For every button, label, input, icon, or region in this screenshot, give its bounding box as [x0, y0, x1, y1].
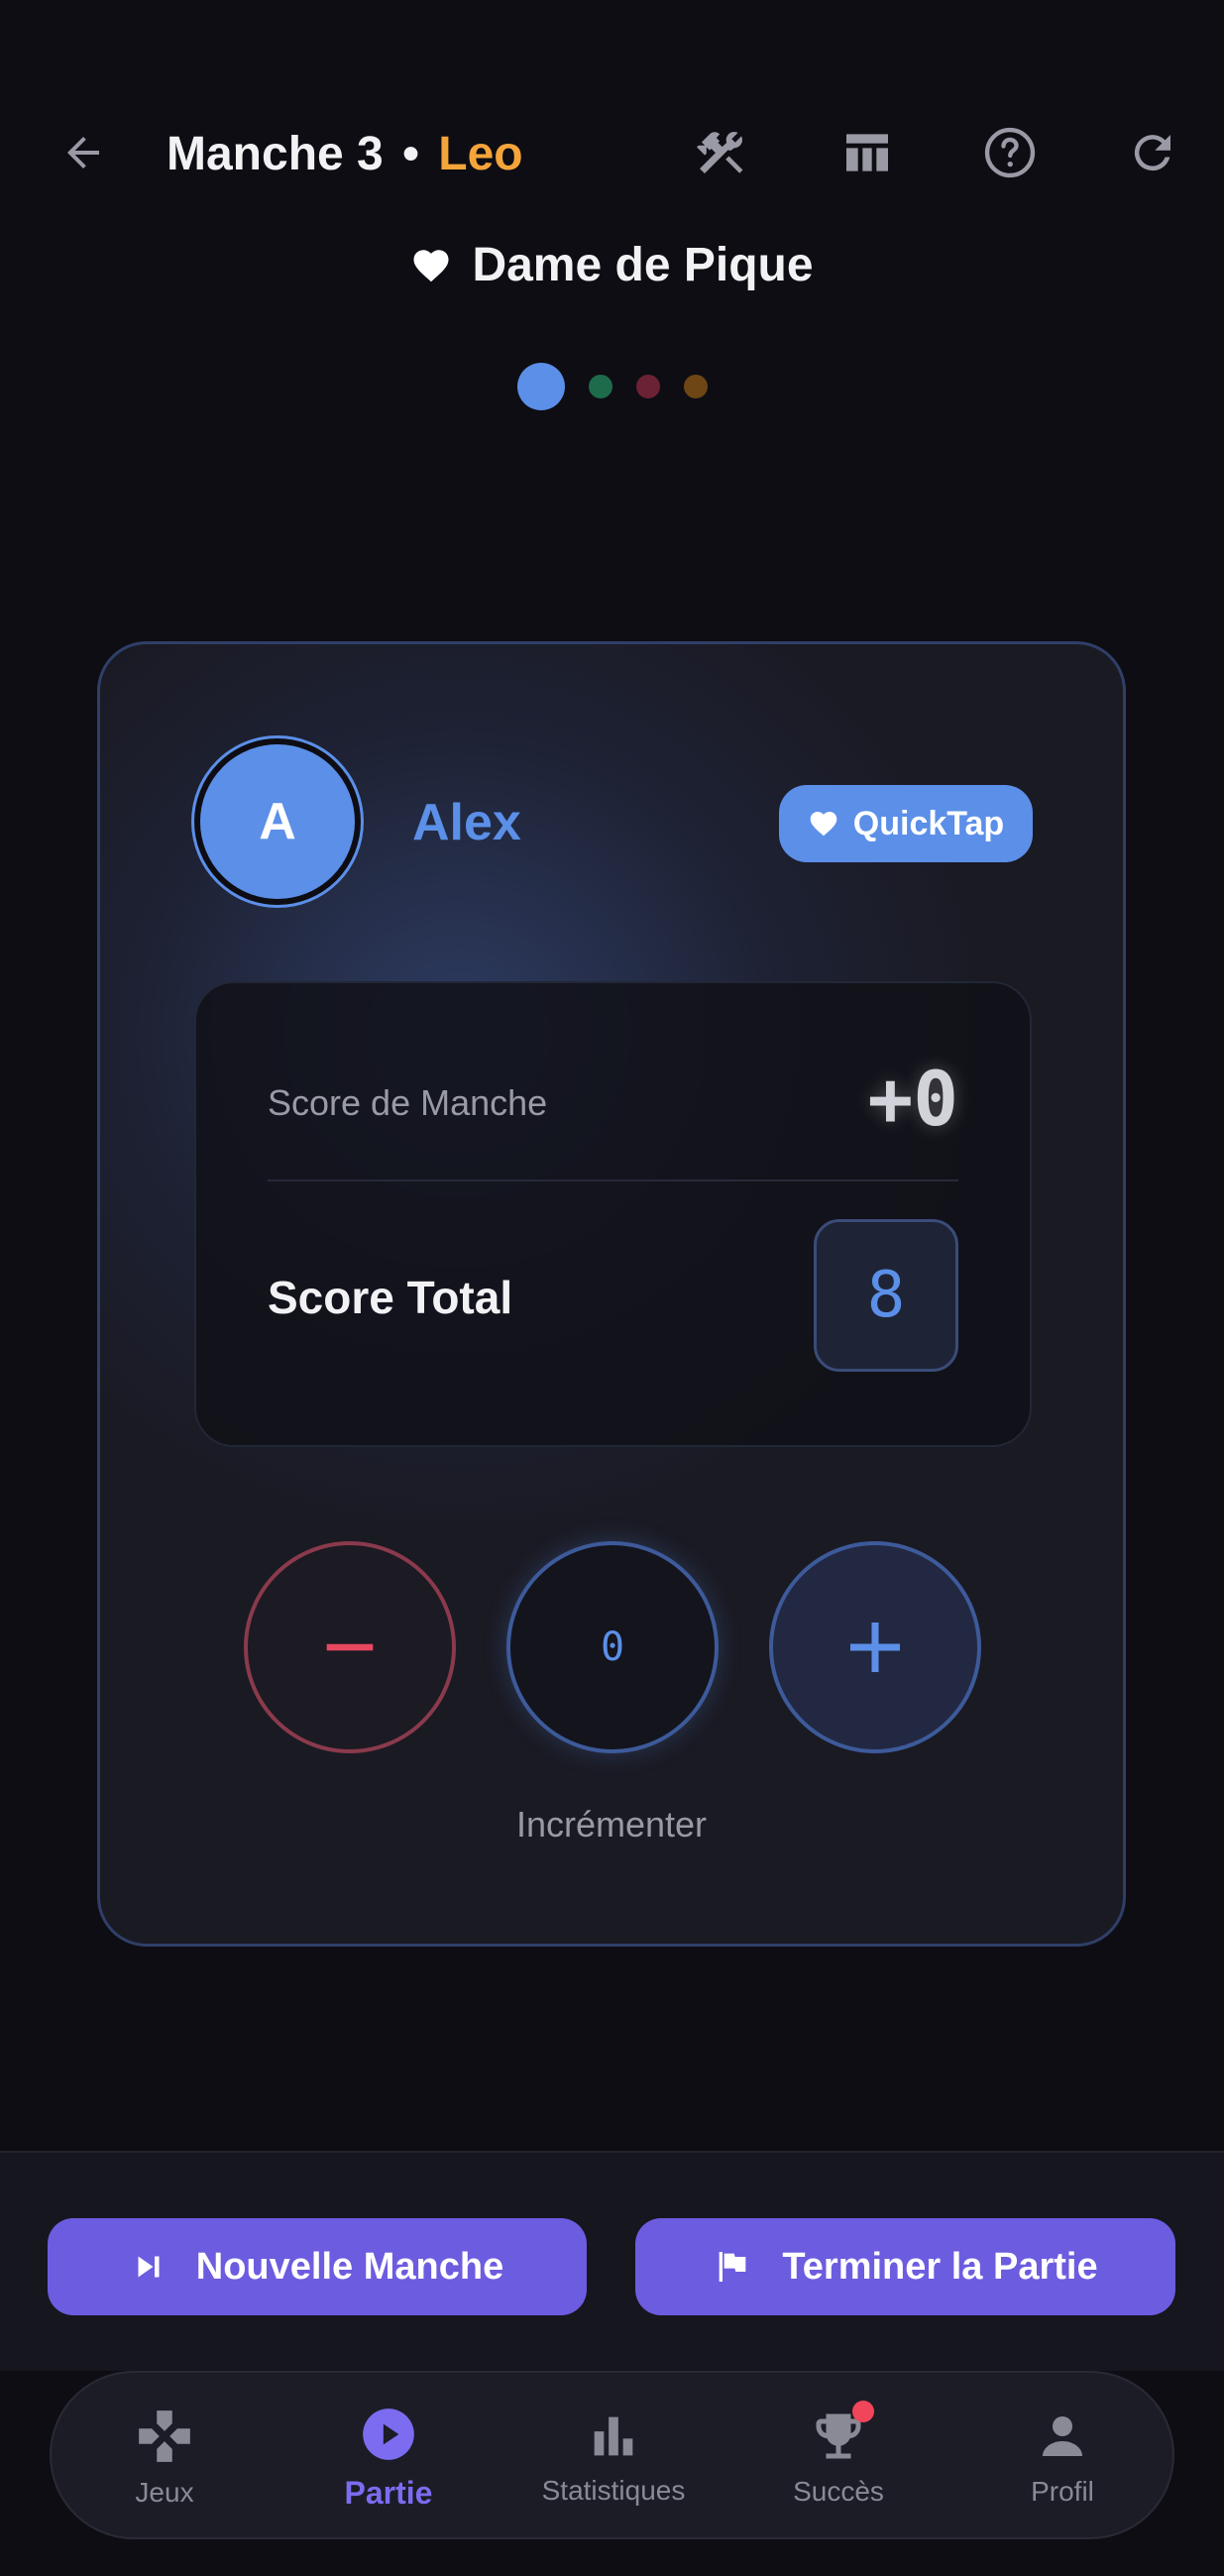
avatar: A	[194, 738, 361, 905]
page-title: Manche 3 • Leo	[167, 127, 523, 181]
score-panel: Score de Manche +0 Score Total 8	[194, 981, 1032, 1447]
person-icon	[1043, 2416, 1082, 2456]
total-score-label: Score Total	[268, 1272, 513, 1323]
stepper-value[interactable]: 0	[506, 1541, 719, 1753]
player-score-card: A Alex QuickTap Score de Manche +0 Score…	[97, 641, 1126, 1947]
nav-label: Succès	[793, 2476, 884, 2507]
action-bar: Nouvelle Manche Terminer la Partie	[0, 2151, 1224, 2371]
new-round-button[interactable]: Nouvelle Manche	[48, 2218, 587, 2315]
tools-icon	[697, 132, 743, 173]
quicktap-button[interactable]: QuickTap	[779, 785, 1033, 862]
plus-icon	[850, 1623, 900, 1672]
stepper-caption: Incrémenter	[515, 1804, 708, 1845]
nav-item-profil[interactable]: Profil	[963, 2373, 1162, 2541]
top-app-bar: Manche 3 • Leo Dame de Pique	[0, 0, 1224, 317]
nav-item-succes[interactable]: Succès	[739, 2373, 938, 2541]
game-name: Dame de Pique	[0, 238, 1224, 292]
arrow-back-icon	[67, 137, 99, 168]
play-circle-icon	[363, 2408, 414, 2460]
back-button[interactable]	[52, 121, 115, 184]
table-icon	[846, 134, 888, 171]
total-score-value: 8	[814, 1219, 958, 1372]
divider	[268, 1179, 958, 1181]
refresh-button[interactable]	[1121, 121, 1184, 184]
end-game-label: Terminer la Partie	[782, 2245, 1098, 2288]
pager-dot[interactable]	[683, 375, 708, 398]
notification-badge	[852, 2401, 874, 2422]
skip-next-icon	[138, 2256, 160, 2278]
player-name: Alex	[412, 794, 521, 851]
title-separator: •	[402, 128, 419, 180]
nav-label: Jeux	[135, 2477, 194, 2508]
nav-item-partie[interactable]: Partie	[289, 2373, 488, 2541]
heart-icon	[413, 249, 449, 281]
nav-label: Profil	[1031, 2476, 1094, 2507]
player-pager-indicator	[0, 363, 1224, 410]
nav-label: Statistiques	[541, 2475, 686, 2506]
round-score-value: +0	[867, 1055, 958, 1143]
heart-icon	[810, 812, 837, 837]
round-title: Manche 3	[167, 128, 384, 180]
nav-item-statistiques[interactable]: Statistiques	[514, 2373, 713, 2541]
nav-label: Partie	[344, 2474, 433, 2511]
round-score-label: Score de Manche	[268, 1082, 548, 1123]
tools-button[interactable]	[690, 121, 753, 184]
gamepad-icon	[139, 2410, 190, 2462]
bottom-navigation: Jeux Partie Statistiques Succès Profil	[50, 2371, 1174, 2539]
refresh-icon	[1134, 135, 1170, 171]
decrement-button[interactable]	[244, 1541, 456, 1753]
pager-dot[interactable]	[588, 375, 612, 398]
pager-dot[interactable]	[635, 375, 660, 398]
bar-chart-icon	[594, 2416, 633, 2456]
current-player-name: Leo	[438, 128, 523, 180]
help-icon	[984, 127, 1036, 178]
quicktap-label: QuickTap	[852, 804, 1005, 842]
scoreboard-button[interactable]	[835, 121, 899, 184]
new-round-label: Nouvelle Manche	[195, 2245, 504, 2288]
game-name-label: Dame de Pique	[472, 239, 814, 291]
increment-button[interactable]	[769, 1541, 981, 1753]
nav-item-jeux[interactable]: Jeux	[65, 2373, 264, 2541]
minus-icon	[326, 1643, 374, 1651]
help-button[interactable]	[978, 121, 1042, 184]
end-game-button[interactable]: Terminer la Partie	[635, 2218, 1175, 2315]
flag-icon	[720, 2252, 746, 2282]
pager-dot-active[interactable]	[516, 363, 565, 410]
